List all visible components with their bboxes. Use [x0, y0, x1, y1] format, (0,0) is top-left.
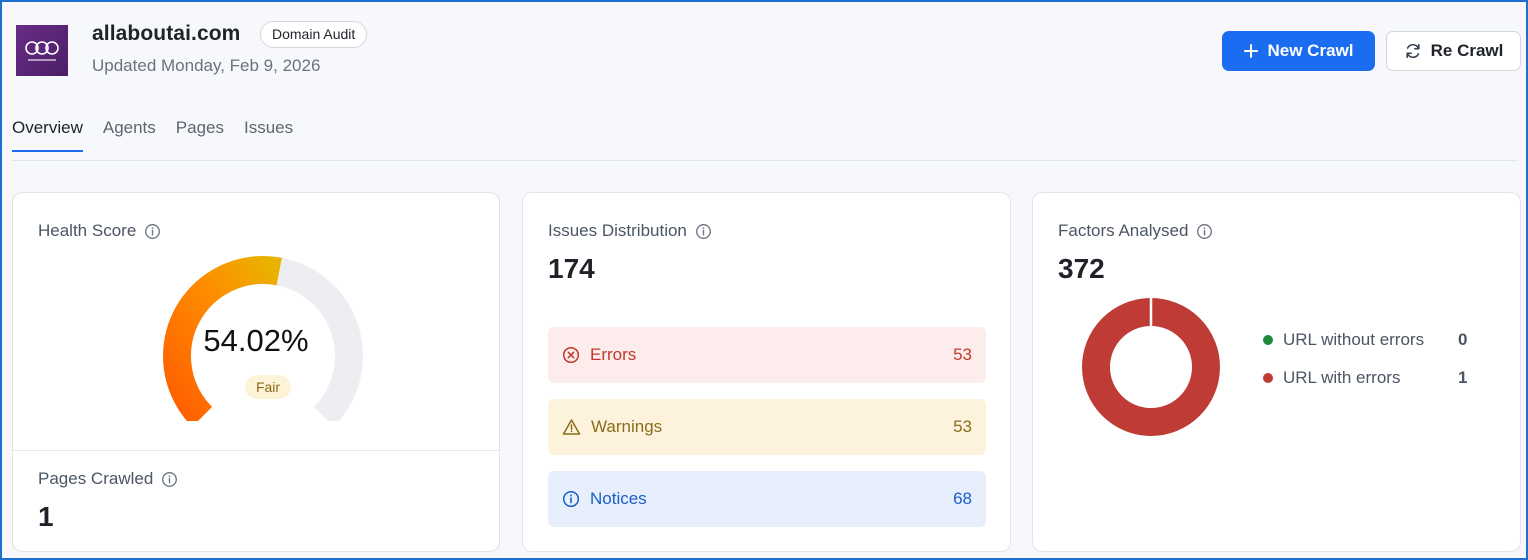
pages-crawled-title: Pages Crawled — [38, 469, 154, 488]
info-icon[interactable] — [161, 471, 178, 488]
audit-dashboard: allaboutai.com Domain Audit Updated Mond… — [0, 0, 1528, 560]
refresh-icon — [1406, 43, 1420, 59]
donut-slice-with-errors — [1082, 298, 1220, 436]
factors-total: 372 — [1058, 253, 1105, 284]
tab-issues[interactable]: Issues — [244, 118, 293, 152]
health-score-card: Health Score 54.02% Fair Pages Crawled 1 — [12, 192, 500, 552]
legend-item-with-errors: URL with errors 1 — [1263, 359, 1467, 397]
notices-label: Notices — [590, 489, 647, 508]
health-score-value: 54.02% — [203, 323, 309, 358]
legend-value: 0 — [1458, 330, 1468, 349]
legend-value: 1 — [1458, 368, 1468, 387]
errors-count: 53 — [953, 345, 972, 364]
red-dot-icon — [1263, 373, 1273, 383]
tab-agents[interactable]: Agents — [103, 118, 156, 152]
info-icon[interactable] — [695, 223, 712, 240]
donut-legend: URL without errors 0 URL with errors 1 — [1263, 321, 1467, 397]
errors-row[interactable]: Errors 53 — [548, 327, 986, 383]
tab-pages[interactable]: Pages — [176, 118, 224, 152]
re-crawl-button[interactable]: Re Crawl — [1386, 31, 1521, 71]
site-title: allaboutai.com — [92, 22, 241, 45]
issues-total: 174 — [548, 253, 595, 284]
legend-label: URL without errors — [1283, 330, 1425, 349]
health-score-title: Health Score — [38, 221, 137, 240]
errors-label: Errors — [590, 345, 637, 364]
new-crawl-button[interactable]: New Crawl — [1222, 31, 1375, 71]
issues-distribution-title: Issues Distribution — [548, 221, 687, 240]
plus-icon — [1243, 44, 1258, 58]
factors-analysed-title: Factors Analysed — [1058, 221, 1189, 240]
tab-overview[interactable]: Overview — [12, 118, 83, 152]
warnings-count: 53 — [953, 417, 972, 436]
issues-distribution-card: Issues Distribution 174 Errors 53 Warnin… — [522, 192, 1011, 552]
card-divider — [13, 450, 499, 451]
domain-audit-badge: Domain Audit — [260, 21, 368, 48]
new-crawl-label: New Crawl — [1267, 41, 1354, 60]
updated-date: Updated Monday, Feb 9, 2026 — [92, 56, 321, 75]
legend-label: URL with errors — [1283, 368, 1401, 387]
tabs-divider — [12, 160, 1518, 161]
health-rating-badge: Fair — [245, 375, 291, 399]
notices-count: 68 — [953, 489, 972, 508]
warning-triangle-icon — [562, 419, 581, 435]
info-icon[interactable] — [144, 223, 161, 240]
legend-item-without-errors: URL without errors 0 — [1263, 321, 1467, 359]
info-icon[interactable] — [1196, 223, 1213, 240]
re-crawl-label: Re Crawl — [1430, 41, 1504, 60]
warnings-row[interactable]: Warnings 53 — [548, 399, 986, 455]
factors-analysed-card: Factors Analysed 372 URL without errors … — [1032, 192, 1521, 552]
site-logo — [16, 25, 68, 76]
pages-crawled-value: 1 — [38, 501, 54, 532]
green-dot-icon — [1263, 335, 1273, 345]
info-circle-icon — [562, 490, 580, 508]
warnings-label: Warnings — [591, 417, 663, 436]
notices-row[interactable]: Notices 68 — [548, 471, 986, 527]
tab-bar: Overview Agents Pages Issues — [12, 118, 293, 152]
error-circle-icon — [562, 346, 580, 364]
url-errors-donut — [1082, 297, 1220, 436]
